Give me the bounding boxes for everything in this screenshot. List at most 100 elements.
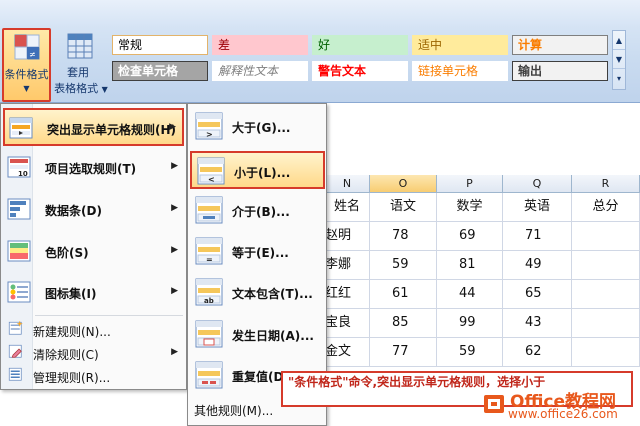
gallery-scrollbar[interactable]: ▲ ▼ ▾	[612, 30, 626, 90]
submenu-item-greater-than[interactable]: > 大于(G)...	[190, 108, 325, 146]
submenu-item-equal-to-label: 等于(E)...	[232, 246, 289, 260]
submenu-item-less-than[interactable]: < 小于(L)...	[190, 151, 325, 189]
less-than-icon: <	[197, 157, 225, 185]
table-cell[interactable]: 85	[370, 309, 437, 338]
conditional-format-menu: 突出显示单元格规则(H) ▶ 10 项目选取规则(T) ▶ 数据条(D) ▶ 色阶(S) ▶ 图标…	[0, 103, 187, 390]
cell-style-3[interactable]: 适中	[412, 35, 508, 55]
chevron-right-icon: ▶	[171, 347, 178, 357]
table-cell[interactable]: 77	[370, 338, 437, 367]
menu-item-new-rule-label: 新建规则(N)...	[33, 325, 111, 339]
format-as-table-label-1: 套用	[67, 66, 89, 79]
duplicate-values-icon	[195, 361, 223, 389]
submenu-item-text-contains[interactable]: ab 文本包含(T)...	[190, 274, 325, 312]
table-cell[interactable]: 宝良	[325, 309, 370, 338]
column-header-p[interactable]: P	[437, 175, 503, 193]
chevron-right-icon: ▶	[171, 245, 178, 255]
cell-style-7[interactable]: 警告文本	[312, 61, 408, 81]
submenu-item-less-than-label: 小于(L)...	[234, 166, 291, 180]
table-format-icon	[67, 33, 93, 59]
header-cell[interactable]: 英语	[503, 193, 572, 222]
chevron-down-icon[interactable]: ▼	[613, 50, 625, 69]
column-header-q[interactable]: Q	[503, 175, 572, 193]
table-cell[interactable]: 65	[503, 280, 572, 309]
svg-text:ab: ab	[204, 297, 214, 305]
gallery-expand-icon[interactable]: ▾	[613, 69, 625, 88]
manage-rules-icon	[7, 366, 25, 384]
highlight-rules-icon	[9, 116, 33, 140]
menu-item-data-bars[interactable]: 数据条(D) ▶	[3, 191, 184, 229]
cell-style-9[interactable]: 输出	[512, 61, 608, 81]
column-header-n[interactable]: N	[325, 175, 370, 193]
header-cell[interactable]: 数学	[437, 193, 503, 222]
menu-item-icon-sets[interactable]: 图标集(I) ▶	[3, 274, 184, 312]
table-cell[interactable]: 62	[503, 338, 572, 367]
chevron-right-icon: ▶	[171, 203, 178, 213]
data-bars-icon	[7, 197, 31, 221]
menu-item-top-bottom-rules[interactable]: 10 项目选取规则(T) ▶	[3, 149, 184, 187]
date-occurring-icon	[195, 320, 223, 348]
cell-style-2[interactable]: 好	[312, 35, 408, 55]
submenu-item-greater-than-label: 大于(G)...	[232, 121, 291, 135]
menu-item-new-rule[interactable]: 新建规则(N)...	[3, 319, 184, 341]
table-cell[interactable]	[572, 280, 640, 309]
svg-text:>: >	[206, 130, 213, 139]
cell-style-6[interactable]: 解释性文本	[212, 61, 308, 81]
conditional-format-label: 条件格式	[4, 68, 49, 81]
column-header-o[interactable]: O	[370, 175, 437, 193]
menu-item-color-scales[interactable]: 色阶(S) ▶	[3, 233, 184, 271]
submenu-item-equal-to[interactable]: = 等于(E)...	[190, 233, 325, 271]
menu-item-highlight-rules[interactable]: 突出显示单元格规则(H) ▶	[3, 108, 184, 146]
menu-item-manage-rules[interactable]: 管理规则(R)...	[3, 365, 184, 387]
more-rules-label: 其他规则(M)...	[194, 404, 274, 418]
table-cell[interactable]: 李娜	[325, 251, 370, 280]
header-cell[interactable]: 总分	[572, 193, 640, 222]
menu-item-icon-sets-label: 图标集(I)	[45, 287, 97, 301]
table-cell[interactable]: 69	[437, 222, 503, 251]
color-scales-icon	[7, 239, 31, 263]
table-cell[interactable]: 61	[370, 280, 437, 309]
menu-item-color-scales-label: 色阶(S)	[45, 246, 89, 260]
table-cell[interactable]: 44	[437, 280, 503, 309]
header-cell[interactable]: 语文	[370, 193, 437, 222]
cell-style-5[interactable]: 检查单元格	[112, 61, 208, 81]
table-cell[interactable]: 71	[503, 222, 572, 251]
menu-item-manage-rules-label: 管理规则(R)...	[33, 371, 111, 385]
chevron-up-icon[interactable]: ▲	[613, 31, 625, 50]
menu-item-top-bottom-rules-label: 项目选取规则(T)	[45, 162, 137, 176]
cell-style-0[interactable]: 常规	[112, 35, 208, 55]
top-bottom-icon: 10	[7, 155, 31, 179]
column-header-r[interactable]: R	[572, 175, 640, 193]
svg-text:=: =	[206, 255, 213, 264]
table-cell[interactable]: 59	[370, 251, 437, 280]
submenu-item-date-occurring-label: 发生日期(A)...	[232, 329, 314, 343]
conditional-format-icon: ≠	[14, 34, 40, 60]
submenu-item-date-occurring[interactable]: 发生日期(A)...	[190, 316, 325, 354]
table-cell[interactable]: 78	[370, 222, 437, 251]
menu-separator	[35, 315, 183, 316]
table-cell[interactable]	[572, 251, 640, 280]
submenu-item-between[interactable]: 介于(B)...	[190, 192, 325, 230]
menu-item-clear-rules-label: 清除规则(C)	[33, 348, 99, 362]
ribbon: ≠ 条件格式 ▼ 套用 表格格式 ▼ 常规差好适中 计算检查单元格 解释性文本 警告文…	[0, 0, 640, 103]
table-cell[interactable]	[572, 222, 640, 251]
cell-style-4[interactable]: 计算	[512, 35, 608, 55]
cell-style-1[interactable]: 差	[212, 35, 308, 55]
menu-item-clear-rules[interactable]: 清除规则(C) ▶	[3, 342, 184, 364]
table-cell[interactable]: 金文	[325, 338, 370, 367]
table-cell[interactable]: 43	[503, 309, 572, 338]
conditional-format-button[interactable]: ≠ 条件格式 ▼	[2, 28, 51, 102]
submenu-item-between-label: 介于(B)...	[232, 205, 290, 219]
table-cell[interactable]: 49	[503, 251, 572, 280]
table-cell[interactable]	[572, 309, 640, 338]
table-cell[interactable]: 赵明	[325, 222, 370, 251]
table-cell[interactable]: 99	[437, 309, 503, 338]
cell-style-8[interactable]: 链接单元格	[412, 61, 508, 81]
format-as-table-button[interactable]: 套用 表格格式 ▼	[53, 30, 109, 100]
table-cell[interactable]: 红红	[325, 280, 370, 309]
table-cell[interactable]	[572, 338, 640, 367]
menu-item-highlight-rules-label: 突出显示单元格规则(H)	[47, 123, 177, 137]
table-cell[interactable]: 81	[437, 251, 503, 280]
table-cell[interactable]: 59	[437, 338, 503, 367]
submenu-item-text-contains-label: 文本包含(T)...	[232, 287, 313, 301]
header-cell[interactable]: 姓名	[325, 193, 370, 222]
